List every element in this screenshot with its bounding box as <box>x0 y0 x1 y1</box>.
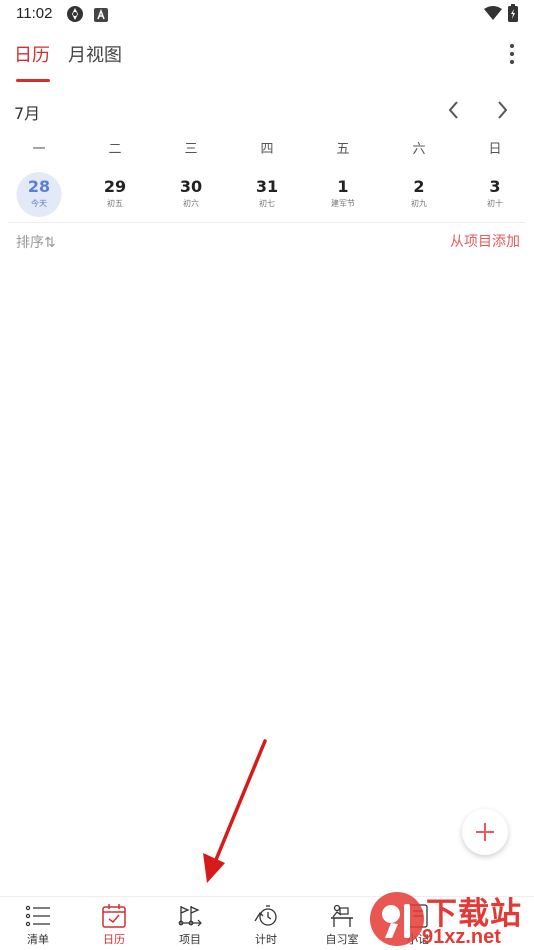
day-number: 30 <box>179 177 203 196</box>
sort-button[interactable]: 排序⇅ <box>16 232 56 252</box>
header-tabs: 日历 月视图 <box>0 28 534 84</box>
timer-icon <box>253 903 279 929</box>
day-lunar: 初五 <box>107 199 123 208</box>
weekday-label: 二 <box>108 142 122 157</box>
day-lunar: 初十 <box>487 199 503 208</box>
calendar-icon <box>101 903 127 929</box>
day-cell[interactable]: 1 建军节 <box>305 170 381 218</box>
week-days-row: 28 今天 29 初五 30 初六 31 初七 1 建军节 2 初九 3 初十 <box>0 170 534 218</box>
status-bar: 11:02 <box>0 0 534 28</box>
day-cell[interactable]: 2 初九 <box>381 170 457 218</box>
app-a-icon <box>94 7 108 26</box>
wifi-icon <box>484 6 502 25</box>
battery-icon <box>508 4 518 26</box>
day-lunar: 初七 <box>259 199 275 208</box>
annotation-arrow-icon <box>195 735 275 890</box>
study-room-icon <box>329 903 355 929</box>
weekday-header: 一 二 三 四 五 六 日 <box>0 138 534 160</box>
day-number: 3 <box>489 177 501 196</box>
add-from-project-link[interactable]: 从项目添加 <box>450 231 520 251</box>
chevron-right-icon[interactable] <box>490 98 514 122</box>
status-time: 11:02 <box>16 5 53 22</box>
nav-label: 日历 <box>103 933 125 946</box>
day-cell[interactable]: 30 初六 <box>153 170 229 218</box>
watermark-logo-icon <box>370 892 424 946</box>
day-number: 1 <box>337 177 349 196</box>
weekday-label: 三 <box>184 142 198 157</box>
day-number: 28 <box>27 177 51 196</box>
nav-label: 清单 <box>27 933 49 946</box>
sort-row: 排序⇅ 从项目添加 <box>0 230 534 252</box>
weekday-label: 日 <box>488 142 502 157</box>
day-number: 31 <box>255 177 279 196</box>
day-cell-today[interactable]: 28 今天 <box>1 170 77 218</box>
plus-icon <box>476 823 494 841</box>
weekday-label: 五 <box>336 142 350 157</box>
nav-label: 项目 <box>179 933 201 946</box>
nav-label: 计时 <box>255 933 277 946</box>
divider <box>8 222 526 223</box>
add-fab-button[interactable] <box>462 809 508 855</box>
nav-item-project[interactable]: 项目 <box>152 897 228 950</box>
day-cell[interactable]: 3 初十 <box>457 170 533 218</box>
chevron-left-icon[interactable] <box>442 98 466 122</box>
day-cell[interactable]: 29 初五 <box>77 170 153 218</box>
month-label: 7月 <box>14 104 41 123</box>
month-row: 7月 <box>0 96 534 126</box>
day-lunar: 建军节 <box>331 199 355 208</box>
sync-icon <box>66 5 84 27</box>
project-flag-icon <box>177 903 203 929</box>
day-lunar: 初六 <box>183 199 199 208</box>
day-lunar: 今天 <box>31 199 47 208</box>
weekday-label: 四 <box>260 142 274 157</box>
day-number: 2 <box>413 177 425 196</box>
day-lunar: 初九 <box>411 199 427 208</box>
weekday-label: 六 <box>412 142 426 157</box>
tab-active-indicator <box>16 79 50 82</box>
day-cell[interactable]: 31 初七 <box>229 170 305 218</box>
tab-calendar[interactable]: 日历 <box>14 41 50 67</box>
weekday-label: 一 <box>32 142 46 157</box>
nav-item-timer[interactable]: 计时 <box>228 897 304 950</box>
watermark: 下载站 91xz.net <box>368 888 534 950</box>
nav-item-calendar[interactable]: 日历 <box>76 897 152 950</box>
list-icon <box>25 903 51 929</box>
day-number: 29 <box>103 177 127 196</box>
more-options-icon[interactable] <box>504 42 520 66</box>
nav-item-list[interactable]: 清单 <box>0 897 76 950</box>
tab-month-view[interactable]: 月视图 <box>68 41 122 67</box>
watermark-url: 91xz.net <box>422 926 501 948</box>
